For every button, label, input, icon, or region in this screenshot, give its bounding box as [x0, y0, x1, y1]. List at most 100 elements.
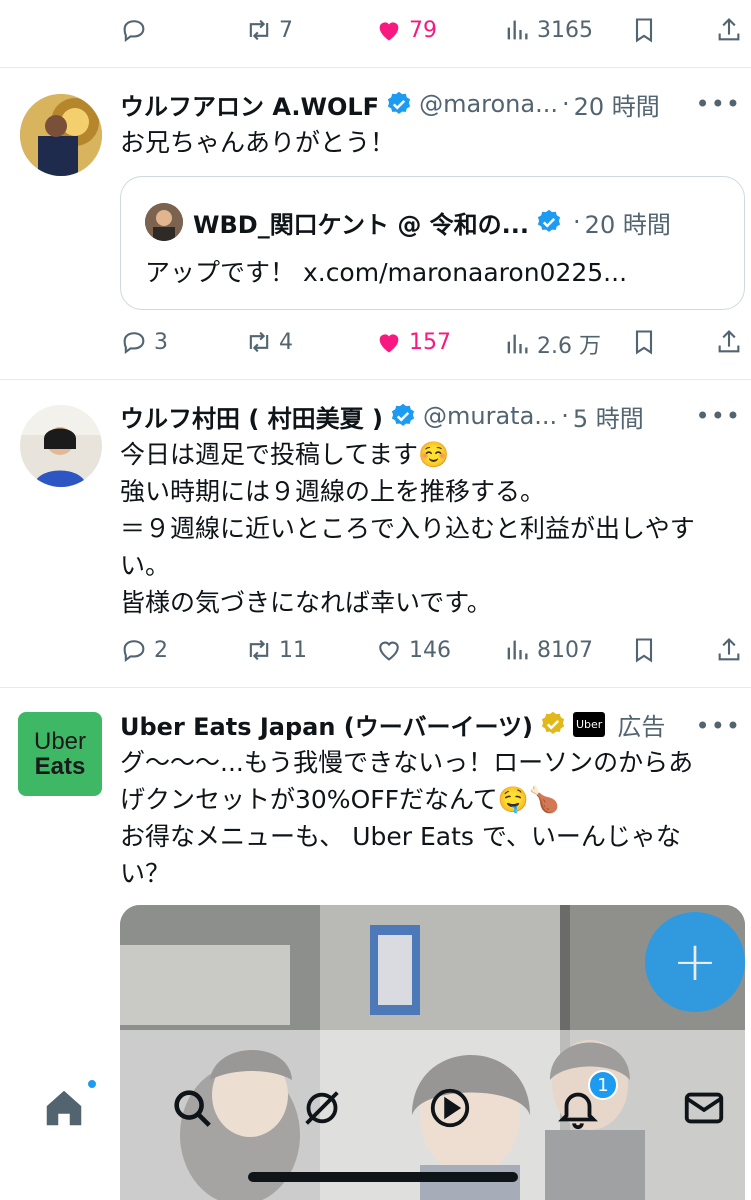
more-options-icon[interactable]: •••	[696, 712, 741, 740]
separator-dot: ·	[561, 90, 570, 118]
tweet0-actions: 7 79 3165	[0, 0, 751, 62]
retweet-button[interactable]: 7	[245, 16, 293, 44]
reply-count: 2	[154, 637, 168, 663]
views-button[interactable]: 3165	[503, 16, 593, 44]
reply-count: 3	[154, 329, 168, 355]
share-button[interactable]	[715, 16, 743, 44]
plus-icon: +	[672, 930, 718, 993]
reply-icon	[123, 332, 145, 355]
avatar-ulf-aron[interactable]	[20, 94, 102, 176]
tweet-text: 今日は週足で投稿してます☺️ 強い時期には９週線の上を推移する。 ＝９週線に近い…	[120, 436, 733, 621]
bookmark-button[interactable]	[630, 328, 658, 356]
uber-eats-logo[interactable]: Uber Eats	[18, 712, 102, 796]
views-icon	[507, 20, 528, 40]
more-options-icon[interactable]: •••	[696, 90, 741, 118]
uber-badge: Uber	[573, 711, 606, 737]
like-count: 157	[409, 329, 451, 355]
reply-icon	[123, 640, 145, 663]
tweet-text-line: グ〜〜〜...もう我慢できないっ！ローソンのからあ	[120, 748, 694, 777]
separator-dot: ·	[561, 402, 569, 430]
tweet1-header: ウルフアロン A.WOLF @marona... · 20 時間	[120, 86, 731, 122]
mail-icon	[684, 1092, 724, 1124]
logo-text-eats: Eats	[34, 753, 86, 780]
divider	[0, 687, 751, 688]
bookmark-button[interactable]	[630, 16, 658, 44]
quote-avatar	[145, 203, 183, 241]
handle: @murata...	[423, 402, 558, 430]
display-name[interactable]: ウルフアロン A.WOLF	[120, 87, 379, 122]
tab-video[interactable]	[424, 1082, 476, 1134]
more-options-icon[interactable]: •••	[696, 402, 741, 430]
home-icon	[46, 1090, 82, 1126]
like-button[interactable]: 146	[375, 636, 451, 664]
reply-button[interactable]: 2	[120, 636, 168, 664]
tweet-text-line: い。	[120, 551, 171, 580]
share-icon	[718, 638, 740, 661]
retweet-button[interactable]: 4	[245, 328, 293, 356]
bookmark-icon	[635, 330, 653, 355]
verified-badge-icon	[391, 403, 415, 426]
share-icon	[718, 18, 740, 41]
view-count: 8107	[537, 637, 593, 663]
views-icon	[507, 640, 528, 660]
display-name[interactable]: ウルフ村田 ( 村田美夏 )	[120, 399, 383, 434]
quote-tweet[interactable]: WBD_関口ケント @ 令和の... · 20 時間 アップです！ x.com/…	[120, 176, 745, 310]
like-button[interactable]: 79	[375, 16, 437, 44]
handle: @marona...	[419, 90, 558, 118]
views-button[interactable]: 8107	[503, 636, 593, 664]
quote-header: WBD_関口ケント @ 令和の... · 20 時間	[193, 203, 724, 241]
retweet-count: 4	[279, 329, 293, 355]
tweet-text-line: ＝９週線に近いところで入り込むと利益が出しやす	[120, 514, 695, 543]
quote-text: アップです！ x.com/maronaaron0225...	[145, 258, 628, 287]
tweet-text-line: げクンセットが30%OFFだなんて🤤🍗	[120, 785, 561, 814]
tweet-text-line: い？	[120, 859, 171, 888]
tab-search[interactable]	[166, 1082, 218, 1134]
tweet-text: お兄ちゃんありがとう！	[120, 128, 396, 157]
heart-filled-icon	[379, 22, 399, 41]
share-button[interactable]	[715, 328, 743, 356]
reply-button[interactable]	[120, 16, 154, 44]
display-name[interactable]: Uber Eats Japan (ウーバーイーツ)	[120, 707, 533, 742]
compose-fab-button[interactable]: +	[645, 912, 745, 1012]
tweet2-header: ウルフ村田 ( 村田美夏 ) @murata... · 5 時間	[120, 398, 731, 434]
tweet-text-line: お得なメニューも、 Uber Eats で、いーんじゃな	[120, 822, 681, 851]
tab-home[interactable]	[38, 1078, 98, 1134]
like-count: 146	[409, 637, 451, 663]
separator-dot: ·	[573, 208, 581, 236]
bookmark-button[interactable]	[630, 636, 658, 664]
tweet-text-line: 強い時期には９週線の上を推移する。	[120, 477, 546, 506]
like-count: 79	[409, 17, 437, 43]
views-button[interactable]: 2.6 万	[503, 328, 601, 360]
retweet-icon	[249, 19, 269, 41]
ad-label: 広告	[617, 712, 666, 741]
home-indicator	[248, 1172, 518, 1182]
like-button[interactable]: 157	[375, 328, 451, 356]
play-circle-icon	[430, 1088, 470, 1128]
retweet-icon	[249, 331, 269, 353]
tab-notifications[interactable]: 1	[552, 1070, 618, 1134]
retweet-icon	[249, 639, 269, 661]
view-count: 2.6 万	[537, 334, 601, 359]
quote-timestamp: 20 時間	[584, 210, 671, 239]
quote-display-name: WBD_関口ケント @ 令和の...	[193, 210, 530, 239]
logo-text-uber: Uber	[33, 728, 87, 755]
reply-icon	[123, 20, 145, 43]
reply-button[interactable]: 3	[120, 328, 168, 356]
search-icon	[174, 1090, 211, 1127]
tab-grok[interactable]	[296, 1082, 348, 1134]
home-unread-dot	[86, 1078, 98, 1090]
divider	[0, 379, 751, 380]
bookmark-icon	[635, 638, 653, 663]
verified-badge-icon	[387, 91, 411, 114]
share-button[interactable]	[715, 636, 743, 664]
tab-messages[interactable]	[678, 1082, 730, 1134]
divider	[0, 67, 751, 68]
heart-filled-icon	[379, 334, 399, 353]
retweet-button[interactable]: 11	[245, 636, 307, 664]
timestamp: 20 時間	[573, 92, 660, 121]
tweet3-header: Uber Eats Japan (ウーバーイーツ) Uber 広告	[120, 706, 691, 742]
avatar-murata[interactable]	[20, 405, 102, 487]
grok-icon	[305, 1091, 339, 1125]
bottom-tab-bar: 1	[0, 1030, 751, 1200]
tweet-text-line: 皆様の気づきになれば幸いです。	[120, 588, 492, 617]
